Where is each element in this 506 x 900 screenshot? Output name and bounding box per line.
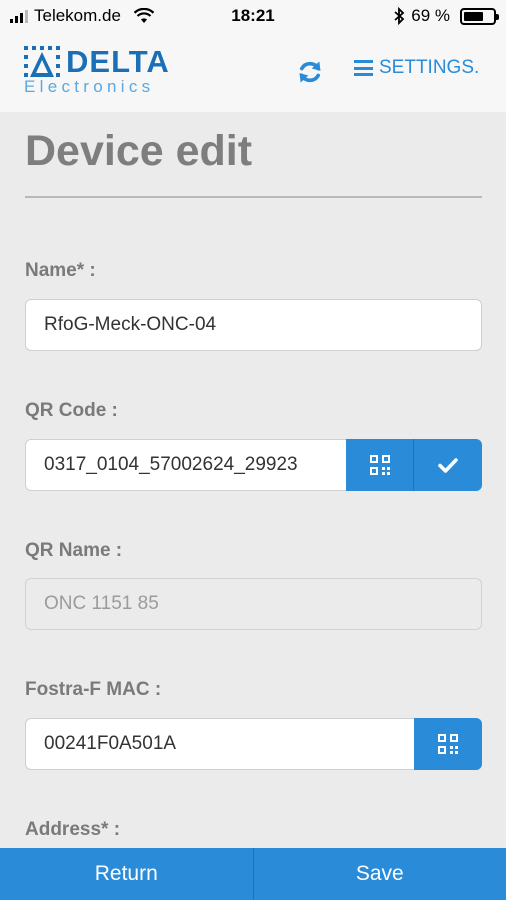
- status-right: 69 %: [393, 6, 499, 26]
- status-bar: Telekom.de 18:21 69 %: [0, 0, 506, 32]
- save-button[interactable]: Save: [254, 848, 506, 900]
- title-divider: [25, 196, 482, 198]
- logo-subtitle: Electronics: [24, 77, 155, 96]
- return-button[interactable]: Return: [0, 848, 253, 900]
- qr-code-icon: [369, 455, 390, 475]
- name-label: Name* :: [25, 260, 96, 281]
- menu-icon: [354, 60, 373, 76]
- qr-code-input[interactable]: 0317_0104_57002624_29923: [25, 439, 347, 491]
- bottom-action-bar: Return Save: [0, 848, 506, 900]
- qr-code-icon: [438, 734, 458, 754]
- delta-logo: DELTA Electronics: [24, 46, 170, 96]
- address-label: Address* :: [25, 819, 121, 840]
- qr-name-field: ONC 1151 85: [25, 578, 482, 630]
- settings-label: SETTINGS.: [379, 57, 480, 78]
- scan-mac-button[interactable]: [414, 718, 482, 770]
- refresh-icon[interactable]: [296, 58, 324, 86]
- delta-logo-mark-icon: [24, 46, 60, 77]
- battery-icon: [460, 7, 499, 25]
- page-title: Device edit: [25, 127, 253, 175]
- settings-button[interactable]: SETTINGS.: [354, 57, 479, 79]
- logo-wordmark: DELTA: [66, 44, 170, 79]
- mac-input[interactable]: 00241F0A501A: [25, 718, 415, 770]
- confirm-qr-code-button[interactable]: [414, 439, 482, 491]
- qr-code-label: QR Code :: [25, 400, 118, 421]
- check-icon: [438, 458, 458, 473]
- battery-fill: [464, 11, 483, 21]
- scan-qr-code-button[interactable]: [346, 439, 413, 491]
- qr-name-label: QR Name :: [25, 540, 123, 561]
- bluetooth-icon: [394, 7, 405, 25]
- app-header: DELTA Electronics SETTINGS.: [0, 32, 506, 112]
- battery-percent: 69 %: [411, 6, 450, 25]
- name-input[interactable]: RfoG-Meck-ONC-04: [25, 299, 482, 351]
- mac-label: Fostra-F MAC :: [25, 679, 162, 700]
